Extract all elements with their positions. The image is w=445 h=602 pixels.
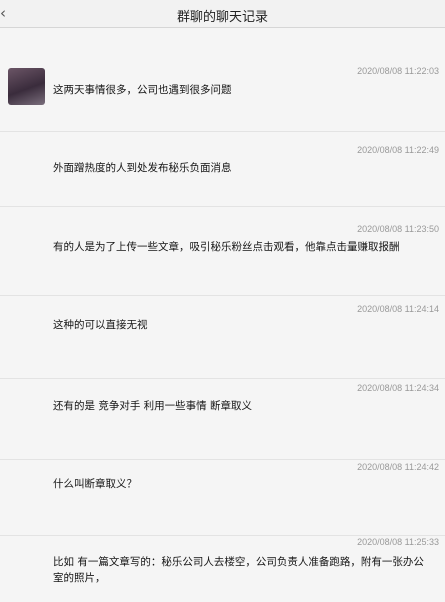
- sender-name: [53, 304, 73, 314]
- message-text: 还有的是 竞争对手 利用一些事情 断章取义: [53, 400, 253, 412]
- chat-history-list[interactable]: 2020/08/08 11:22:03 这两天事情很多，公司也遇到很多问题 20…: [0, 28, 445, 602]
- message-text: 这种的可以直接无视: [53, 319, 148, 331]
- message-time: 2020/08/08 11:24:42: [357, 462, 439, 472]
- sender-name: [53, 461, 73, 471]
- list-item: 2020/08/08 11:22:49 外面蹭热度的人到处发布秘乐负面消息: [0, 132, 445, 207]
- list-item: 2020/08/08 11:22:03 这两天事情很多，公司也遇到很多问题: [0, 28, 445, 132]
- window-title: 群聊的聊天记录: [176, 10, 268, 25]
- message-text: 外面蹭热度的人到处发布秘乐负面消息: [53, 162, 232, 174]
- sender-name: [53, 68, 67, 78]
- title-bar: ‹ 群聊的聊天记录: [0, 0, 445, 28]
- message-time: 2020/08/08 11:24:14: [357, 304, 439, 314]
- message-time: 2020/08/08 11:23:50: [357, 224, 439, 234]
- list-item: 2020/08/08 11:24:34 还有的是 竞争对手 利用一些事情 断章取…: [0, 379, 445, 460]
- message-text: 比如 有一篇文章写的：秘乐公司人去楼空，公司负责人准备跑路，附有一张办公室的照片…: [53, 556, 424, 584]
- list-item: 2020/08/08 11:24:42 什么叫断章取义？: [0, 460, 445, 536]
- avatar[interactable]: [8, 68, 45, 105]
- sender-name: [53, 380, 73, 390]
- message-text: 有的人是为了上传一些文章，吸引秘乐粉丝点击观看，他靠点击量赚取报酬: [53, 241, 400, 253]
- sender-name: [53, 144, 67, 154]
- message-time: 2020/08/08 11:22:03: [357, 66, 439, 76]
- list-item: 2020/08/08 11:24:14 这种的可以直接无视: [0, 296, 445, 379]
- message-time: 2020/08/08 11:24:34: [357, 383, 439, 393]
- list-item: 2020/08/08 11:25:33 比如 有一篇文章写的：秘乐公司人去楼空，…: [0, 536, 445, 602]
- message-time: 2020/08/08 11:25:33: [357, 537, 439, 547]
- list-item: 2020/08/08 11:23:50 有的人是为了上传一些文章，吸引秘乐粉丝点…: [0, 207, 445, 296]
- sender-name: [53, 536, 73, 546]
- message-time: 2020/08/08 11:22:49: [357, 145, 439, 155]
- sender-name: [53, 227, 67, 237]
- message-text: 这两天事情很多，公司也遇到很多问题: [53, 84, 232, 96]
- message-text: 什么叫断章取义？: [53, 478, 137, 490]
